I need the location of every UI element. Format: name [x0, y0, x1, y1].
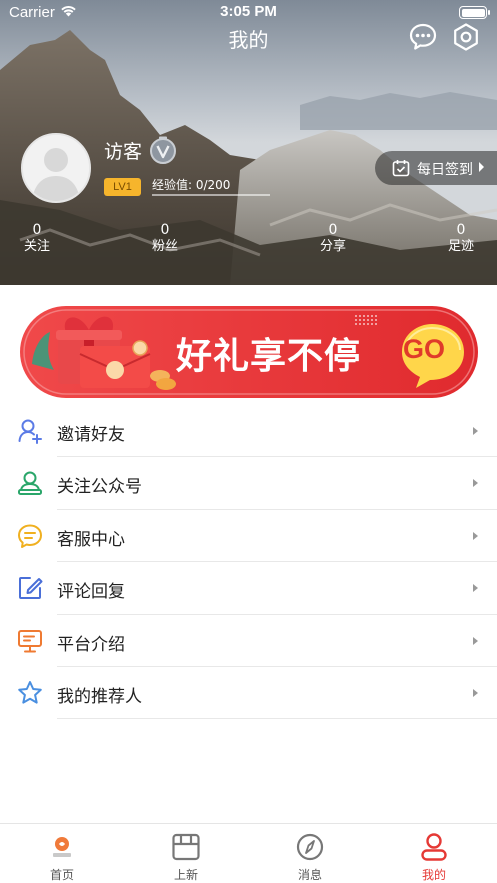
compass-icon [296, 833, 324, 861]
level-badge: LV1 [104, 178, 141, 196]
red-envelope-icon [79, 340, 151, 388]
stat-label: 粉丝 [151, 239, 178, 254]
stat-label: 足迹 [447, 239, 474, 254]
menu-item-label: 关注公众号 [57, 477, 142, 498]
stat-value: 0 [328, 222, 338, 238]
stat-fans[interactable]: 0 粉丝 [130, 222, 200, 255]
menu-item-label: 邀请好友 [57, 425, 125, 445]
comment-reply-icon [19, 577, 43, 600]
stat-value: 0 [456, 222, 466, 238]
battery-icon [459, 6, 490, 19]
username: 访客 [104, 141, 143, 163]
tab-bar: 首页 上新 消息 我的 [0, 823, 497, 883]
new-arrivals-icon [172, 833, 200, 861]
tab-home[interactable]: 首页 [12, 824, 112, 883]
menu-item-referrer[interactable]: 我的推荐人 [0, 667, 497, 720]
stat-following[interactable]: 0 关注 [2, 222, 72, 255]
banner-go-label: GO [403, 334, 446, 364]
menu-item-invite-friends[interactable]: 邀请好友 [0, 405, 497, 458]
menu-item-comment-reply[interactable]: 评论回复 [0, 562, 497, 615]
stat-value: 0 [160, 222, 170, 238]
menu-item-label: 平台介绍 [57, 634, 125, 655]
profile-header: Carrier 3:05 PM 我的 访客 LV1 经验值: 0/200 每日签… [0, 0, 497, 285]
calendar-check-icon [392, 160, 410, 177]
avatar[interactable] [21, 133, 91, 203]
divider [57, 718, 497, 720]
default-avatar-icon [23, 135, 89, 201]
platform-intro-icon [18, 629, 42, 653]
stat-footprints[interactable]: 0 足迹 [426, 222, 496, 255]
chevron-right-icon [479, 162, 484, 172]
stat-value: 0 [32, 222, 42, 238]
menu-list: 邀请好友 关注公众号 客服中心 评论回复 平台介绍 我的推荐人 [0, 405, 497, 720]
settings-icon[interactable] [451, 22, 481, 52]
chevron-right-icon [473, 531, 478, 540]
exp-progress-bar [152, 194, 270, 196]
chevron-right-icon [473, 584, 478, 593]
vip-badge-icon [150, 136, 176, 164]
message-icon[interactable] [408, 22, 438, 52]
checkin-label: 每日签到 [417, 162, 473, 178]
tab-label: 上新 [173, 868, 198, 882]
tab-label: 我的 [421, 868, 446, 882]
tab-messages[interactable]: 消息 [260, 824, 360, 883]
chevron-right-icon [473, 688, 478, 697]
chevron-right-icon [473, 427, 478, 435]
stat-shares[interactable]: 0 分享 [298, 222, 368, 255]
menu-item-label: 客服中心 [57, 529, 125, 550]
customer-service-icon [18, 524, 42, 548]
invite-friend-icon [18, 419, 42, 444]
tab-new-arrivals[interactable]: 上新 [136, 824, 236, 883]
clock: 3:05 PM [220, 3, 277, 20]
chevron-right-icon [473, 636, 478, 645]
follow-account-icon [18, 471, 42, 496]
profile-icon [421, 833, 447, 861]
stat-label: 分享 [319, 239, 346, 254]
tab-profile[interactable]: 我的 [384, 824, 484, 883]
stat-label: 关注 [23, 239, 50, 254]
exp-label: 经验值: 0/200 [152, 178, 231, 192]
tab-label: 首页 [49, 868, 74, 882]
menu-item-follow-account[interactable]: 关注公众号 [0, 457, 497, 510]
daily-checkin-button[interactable]: 每日签到 [375, 151, 497, 185]
home-logo-icon [53, 837, 71, 857]
menu-item-customer-service[interactable]: 客服中心 [0, 510, 497, 563]
tab-label: 消息 [297, 868, 322, 882]
menu-item-platform-intro[interactable]: 平台介绍 [0, 615, 497, 667]
chevron-right-icon [473, 479, 478, 488]
referrer-star-icon [18, 680, 42, 704]
menu-item-label: 我的推荐人 [57, 686, 142, 707]
menu-item-label: 评论回复 [57, 582, 125, 603]
banner-slogan: 好礼享不停 [176, 336, 362, 377]
